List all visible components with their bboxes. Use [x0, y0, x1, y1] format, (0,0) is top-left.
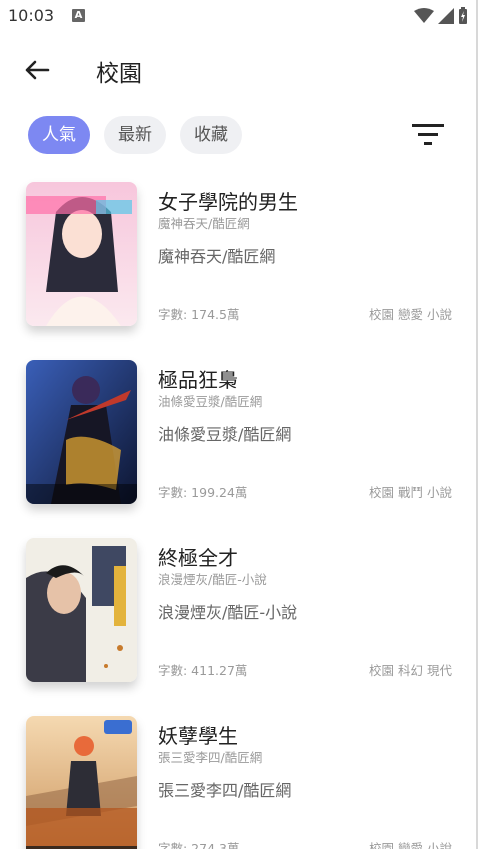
book-tags: 校園 戰鬥 小說 — [369, 485, 452, 500]
book-subtitle: 油條愛豆漿/酷匠網 — [158, 394, 263, 409]
list-item[interactable]: 妖孽學生 張三愛李四/酷匠網 張三愛李四/酷匠網 字數: 274.3萬 校園 戀… — [0, 712, 478, 849]
wifi-icon — [414, 8, 434, 23]
tab-popular[interactable]: 人氣 — [28, 116, 90, 154]
book-author: 張三愛李四/酷匠網 — [158, 781, 292, 800]
book-tags: 校園 科幻 現代 — [369, 663, 452, 678]
book-subtitle: 張三愛李四/酷匠網 — [158, 750, 263, 765]
notification-icon: A — [72, 9, 85, 22]
book-title: 女子學院的男生 — [158, 190, 298, 214]
book-subtitle: 魔神吞天/酷匠網 — [158, 216, 250, 231]
back-button[interactable] — [20, 54, 54, 86]
page-title: 校園 — [96, 61, 142, 87]
book-author: 魔神吞天/酷匠網 — [158, 247, 276, 266]
tab-newest[interactable]: 最新 — [104, 116, 166, 154]
book-cover — [26, 182, 137, 326]
book-cover — [26, 360, 137, 504]
list-item[interactable]: 極品狂梟 油條愛豆漿/酷匠網 油條愛豆漿/酷匠網 字數: 199.24萬 校園 … — [0, 356, 478, 534]
arrow-left-icon — [25, 60, 50, 80]
battery-icon — [459, 7, 467, 24]
filter-button[interactable] — [410, 120, 446, 150]
book-subtitle: 浪漫煙灰/酷匠-小說 — [158, 572, 267, 587]
book-author: 油條愛豆漿/酷匠網 — [158, 425, 292, 444]
book-word-count: 字數: 274.3萬 — [158, 841, 240, 849]
book-title: 極品狂梟 — [158, 368, 238, 392]
app-header: 校園 — [0, 40, 478, 100]
book-title: 終極全才 — [158, 546, 238, 570]
book-tags: 校園 戀愛 小說 — [369, 841, 452, 849]
list-item[interactable]: 女子學院的男生 魔神吞天/酷匠網 魔神吞天/酷匠網 字數: 174.5萬 校園 … — [0, 178, 478, 356]
signal-icon — [438, 8, 454, 24]
book-word-count: 字數: 411.27萬 — [158, 663, 248, 678]
book-cover — [26, 538, 137, 682]
sort-tabs: 人氣 最新 收藏 — [28, 116, 242, 154]
book-tags: 校園 戀愛 小說 — [369, 307, 452, 322]
book-word-count: 字數: 199.24萬 — [158, 485, 248, 500]
status-bar: 10:03 A — [0, 0, 478, 32]
list-item[interactable]: 終極全才 浪漫煙灰/酷匠-小說 浪漫煙灰/酷匠-小說 字數: 411.27萬 校… — [0, 534, 478, 712]
status-time: 10:03 — [8, 6, 55, 25]
status-indicators — [414, 7, 468, 25]
tab-favorites[interactable]: 收藏 — [180, 116, 242, 154]
book-title: 妖孽學生 — [158, 724, 238, 748]
book-cover — [26, 716, 137, 849]
filter-icon — [412, 124, 444, 145]
book-author: 浪漫煙灰/酷匠-小說 — [158, 603, 298, 622]
book-word-count: 字數: 174.5萬 — [158, 307, 240, 322]
